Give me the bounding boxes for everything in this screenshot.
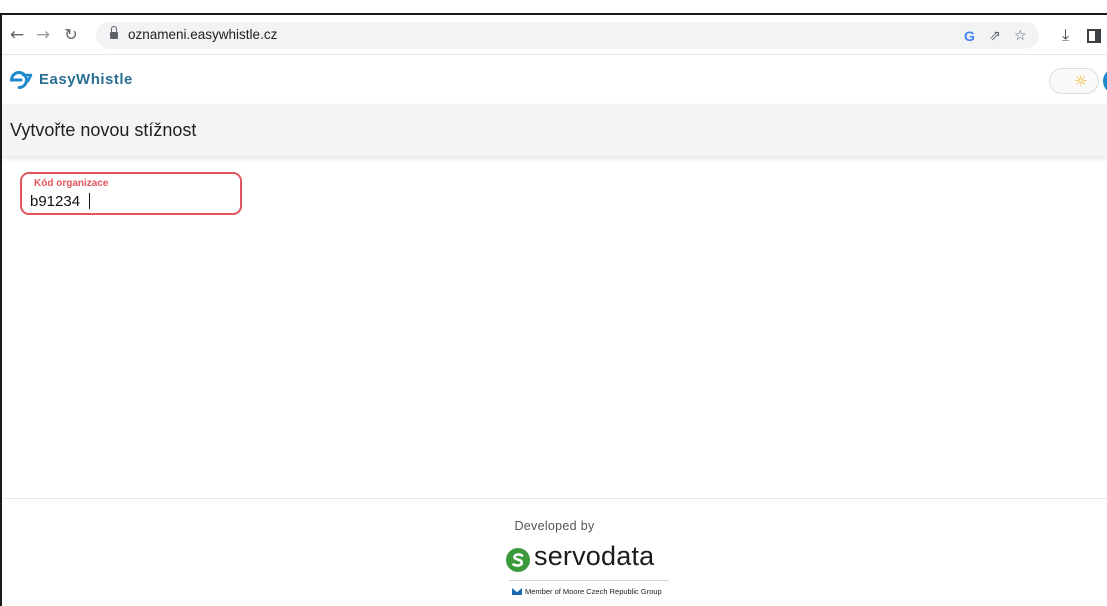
app-header: EasyWhistle ☼ <box>2 56 1107 104</box>
browser-toolbar: ← → ↻ oznameni.easywhistle.cz G ⇗ ☆ ⤓ <box>2 15 1107 55</box>
back-icon[interactable]: ← <box>6 23 28 47</box>
screenshot-frame: ← → ↻ oznameni.easywhistle.cz G ⇗ ☆ ⤓ Ea… <box>0 0 1107 606</box>
side-panel-icon[interactable] <box>1087 29 1101 43</box>
share-icon[interactable]: ⇗ <box>989 26 1001 46</box>
servodata-logo[interactable]: servodata <box>506 539 686 579</box>
organization-code-field[interactable]: Kód organizace <box>20 172 242 215</box>
moore-logo-icon <box>512 588 522 595</box>
member-of-moore: Member of Moore Czech Republic Group <box>512 587 662 596</box>
member-divider <box>509 580 669 581</box>
google-icon[interactable]: G <box>964 26 975 46</box>
servodata-logo-icon <box>506 548 530 572</box>
servodata-s-icon <box>512 553 524 567</box>
forward-icon[interactable]: → <box>32 23 54 47</box>
organization-code-label: Kód organizace <box>34 178 109 189</box>
avatar[interactable] <box>1103 68 1107 94</box>
download-icon[interactable]: ⤓ <box>1062 25 1069 45</box>
easywhistle-logo-icon[interactable] <box>9 70 33 90</box>
developed-by-text: Developed by <box>514 519 595 533</box>
address-bar[interactable]: oznameni.easywhistle.cz G ⇗ ☆ <box>96 22 1039 49</box>
footer: Developed by servodata Member of Moore C… <box>2 498 1107 606</box>
organization-code-input[interactable] <box>30 191 230 211</box>
lock-icon[interactable] <box>110 26 118 40</box>
title-bar: Vytvořte novou stížnost <box>2 104 1107 156</box>
text-caret <box>89 193 90 209</box>
member-text: Member of Moore Czech Republic Group <box>525 587 662 596</box>
servodata-brand-text: servodata <box>534 541 655 571</box>
theme-toggle[interactable]: ☼ <box>1049 68 1099 94</box>
reload-icon[interactable]: ↻ <box>60 23 82 47</box>
url-text[interactable]: oznameni.easywhistle.cz <box>128 27 277 42</box>
bookmark-star-icon[interactable]: ☆ <box>1014 26 1027 46</box>
sun-icon: ☼ <box>1074 72 1088 90</box>
brand-name[interactable]: EasyWhistle <box>39 71 133 88</box>
page-title: Vytvořte novou stížnost <box>10 120 197 140</box>
top-margin <box>0 0 1107 13</box>
